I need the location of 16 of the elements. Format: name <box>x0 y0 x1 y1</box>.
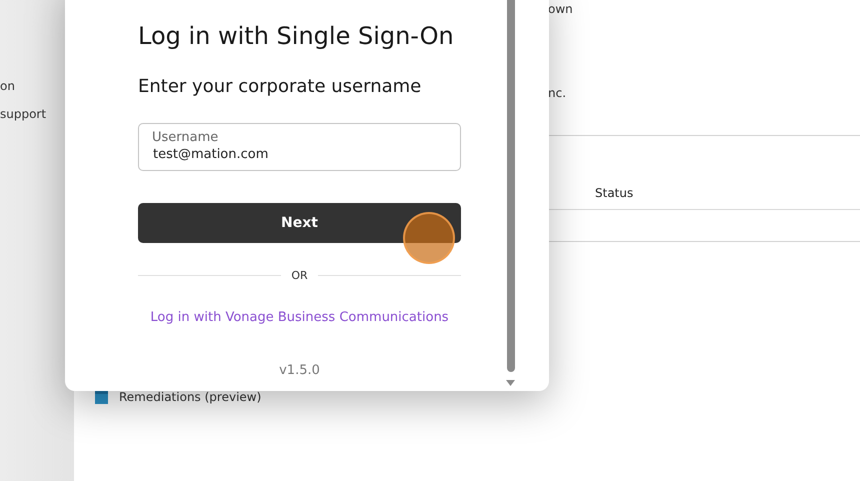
scroll-down-icon[interactable] <box>506 380 515 386</box>
dialog-title: Log in with Single Sign-On <box>138 22 455 50</box>
nav-item[interactable]: Remediations (preview) <box>119 390 262 404</box>
scrollbar-thumb[interactable] <box>506 0 514 372</box>
dialog-subtitle: Enter your corporate username <box>138 76 422 97</box>
sidebar-item[interactable]: on <box>0 79 15 93</box>
alt-login-link[interactable]: Log in with Vonage Business Communications <box>150 310 449 325</box>
next-button[interactable]: Next <box>138 203 461 243</box>
window-icon <box>95 390 108 404</box>
field-label: Username <box>152 130 218 145</box>
sidebar-item[interactable]: support <box>0 107 46 121</box>
header-text: nc. <box>548 86 566 100</box>
divider-label: OR <box>291 269 308 282</box>
header-text: own <box>548 2 573 16</box>
column-header: Status <box>595 186 634 200</box>
version-text: v1.5.0 <box>279 363 320 378</box>
